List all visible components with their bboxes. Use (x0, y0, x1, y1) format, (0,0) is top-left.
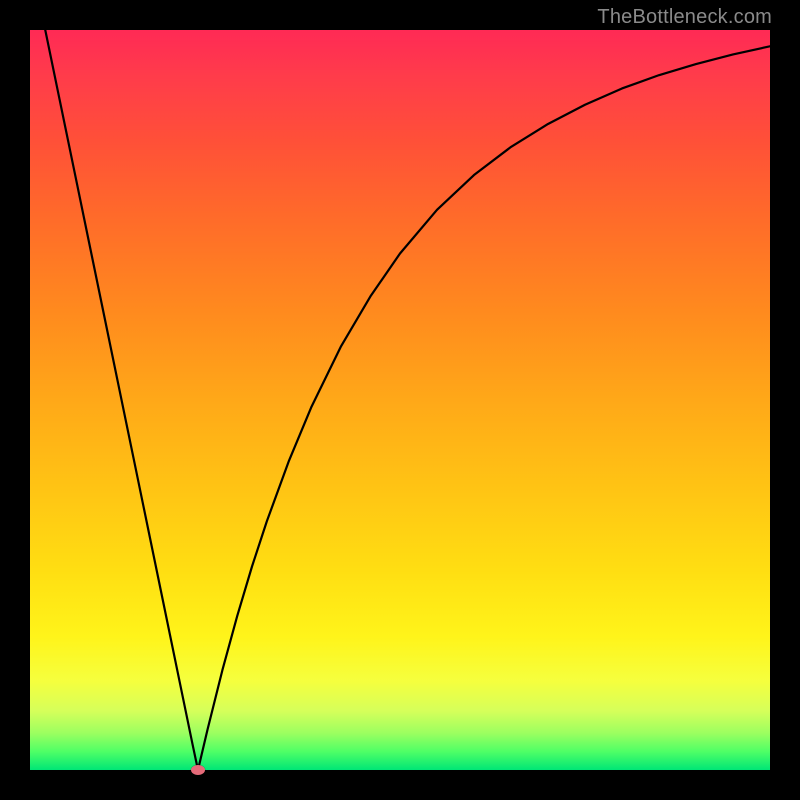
bottleneck-curve (30, 30, 770, 770)
watermark-text: TheBottleneck.com (597, 6, 772, 29)
plot-area (30, 30, 770, 770)
chart-container: TheBottleneck.com (0, 0, 800, 800)
curve-minimum-marker (191, 765, 205, 775)
curve-svg (30, 30, 770, 770)
